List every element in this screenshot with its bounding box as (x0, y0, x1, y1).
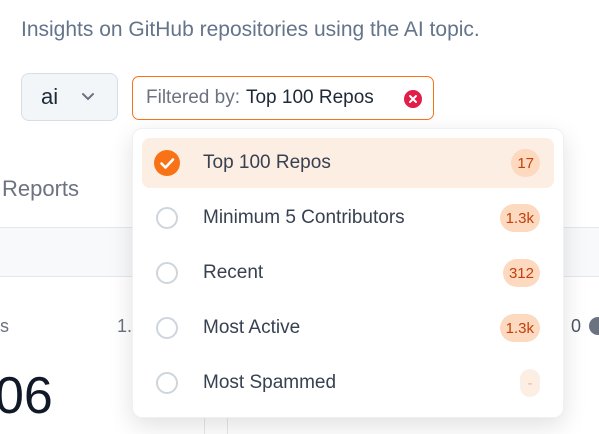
stat-label-fragment: s (0, 316, 9, 336)
filter-option-most-active[interactable]: Most Active 1.3k (142, 303, 554, 353)
help-circle-icon[interactable] (589, 317, 599, 335)
filter-chip[interactable]: Filtered by: Top 100 Repos (132, 76, 434, 120)
filter-option-minimum-5-contributors[interactable]: Minimum 5 Contributors 1.3k (142, 193, 554, 243)
filter-option-top-100-repos[interactable]: Top 100 Repos 17 (142, 138, 554, 188)
stat-value-right: 0 (571, 316, 582, 336)
filter-option-count-badge: 1.3k (499, 204, 540, 232)
chevron-down-icon (82, 93, 94, 100)
radio-unchecked-icon (156, 262, 178, 284)
stat-value-large: 06 (0, 367, 53, 425)
topic-select-value: ai (41, 84, 59, 109)
filter-option-label: Top 100 Repos (203, 152, 331, 173)
radio-unchecked-icon (156, 317, 178, 339)
filter-option-count-badge: 17 (511, 149, 540, 177)
radio-unchecked-icon (156, 372, 178, 394)
filter-option-count-badge: 1.3k (499, 314, 540, 342)
filter-option-label: Recent (203, 262, 264, 283)
close-circle-icon[interactable] (404, 90, 422, 108)
filter-option-count-badge: 312 (502, 259, 540, 287)
filter-prefix-label: Filtered by: (146, 87, 240, 108)
filter-option-recent[interactable]: Recent 312 (142, 248, 554, 298)
topic-select[interactable]: ai (21, 73, 118, 121)
filter-dropdown-menu: Top 100 Repos 17 Minimum 5 Contributors … (132, 128, 564, 418)
stat-value-small: 1. (117, 316, 133, 336)
radio-unchecked-icon (156, 207, 178, 229)
filter-value-label: Top 100 Repos (245, 87, 374, 108)
filter-option-count-badge: - (520, 369, 540, 397)
filter-option-label: Most Spammed (203, 372, 337, 393)
check-circle-icon (154, 150, 180, 176)
filter-option-label: Minimum 5 Contributors (203, 207, 405, 228)
page-subtitle: Insights on GitHub repositories using th… (21, 18, 480, 41)
tab-reports[interactable]: Reports (2, 176, 79, 202)
filter-option-label: Most Active (203, 317, 301, 338)
filter-option-most-spammed[interactable]: Most Spammed - (142, 358, 554, 408)
